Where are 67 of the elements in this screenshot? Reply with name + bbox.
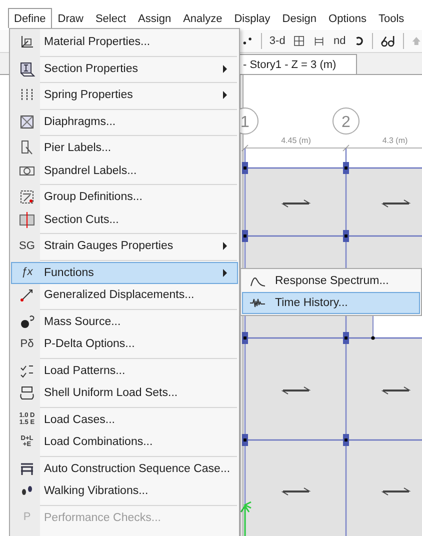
joint-marker (343, 230, 349, 242)
toolbar-button[interactable]: nd (333, 35, 346, 47)
shell-direction-icon (381, 488, 411, 496)
menu-item[interactable]: Load Patterns... (11, 360, 238, 382)
shell-direction-icon (381, 200, 411, 208)
shell-direction-icon (381, 386, 411, 394)
section-icon (19, 60, 35, 77)
menu-icon-label: P (23, 512, 31, 524)
menu-item[interactable]: Pδ P-Delta Options... (11, 333, 238, 356)
joint-marker (242, 230, 248, 242)
menu-item[interactable]: Walking Vibrations... (11, 480, 238, 502)
menu-icon-label: Pδ (20, 338, 34, 350)
joint-marker (242, 162, 248, 174)
load-set-icon (19, 385, 35, 402)
menu-item[interactable]: Spring Properties (11, 84, 238, 106)
menu-bar-item[interactable]: Draw (52, 8, 90, 28)
plan-view-icon (293, 33, 306, 49)
menu-item[interactable]: Response Spectrum... (242, 270, 420, 292)
grid-bubble (332, 108, 360, 134)
menu-item[interactable]: Group Definitions... (11, 186, 238, 208)
shell-direction-icon (281, 200, 311, 208)
grid-label: 2 (342, 114, 350, 131)
pier-icon (19, 140, 35, 156)
toolbar-button[interactable]: 3-d (269, 35, 286, 47)
menu-item[interactable]: Generalized Displacements... (11, 284, 238, 306)
section-cut-icon (19, 212, 35, 228)
menu-item[interactable]: Spandrel Labels... (11, 160, 238, 182)
joint-marker (343, 332, 349, 344)
menu-item[interactable]: ƒx Functions (11, 262, 238, 284)
axis-icon (240, 501, 252, 536)
dimension-label: 4.3 (m) (382, 136, 408, 145)
menu-bar-item[interactable]: Select (89, 8, 132, 28)
dimension-label: 4.45 (m) (281, 136, 311, 145)
menu-item[interactable]: Material Properties... (11, 31, 238, 54)
group-icon (19, 189, 35, 206)
grid-label: 1 (240, 114, 250, 131)
menu-bar-item[interactable]: Options (322, 8, 372, 28)
displacement-icon (19, 287, 35, 304)
menu-bar-item[interactable]: Display (228, 8, 276, 28)
menu-item[interactable]: Mass Source... (11, 310, 238, 333)
menu-item[interactable]: SG Strain Gauges Properties (11, 235, 238, 258)
menu-item[interactable]: Section Properties (11, 58, 238, 80)
construction-icon (19, 460, 35, 477)
joint-marker (343, 434, 349, 446)
axis-icon (19, 34, 35, 50)
joint-marker (343, 162, 349, 174)
menu-bar-item[interactable]: Assign (132, 8, 178, 28)
joint-marker (242, 332, 248, 344)
menu-bar-item[interactable]: Define (8, 8, 52, 28)
shell-direction-icon (281, 386, 311, 394)
view-tab[interactable]: - Story1 - Z = 3 (m) (238, 54, 358, 74)
menu-bar-item[interactable]: Tools (372, 8, 410, 28)
menu-icon-label: ƒx (21, 267, 33, 278)
menu-item[interactable]: Shell Uniform Load Sets... (11, 382, 238, 404)
shell-direction-icon (281, 488, 311, 496)
menu-icon-label: SG (19, 240, 35, 252)
menu-item[interactable]: Section Cuts... (11, 208, 238, 231)
menu-item[interactable]: Time History... (242, 292, 420, 314)
checklist-icon (19, 362, 35, 379)
diaphragm-icon (19, 114, 35, 130)
joint-marker (242, 434, 248, 446)
menu-item[interactable]: Diaphragms... (11, 110, 238, 133)
mass-icon (19, 314, 35, 330)
menu-item[interactable]: Pier Labels... (11, 137, 238, 160)
menu-bar-item[interactable]: Analyze (177, 8, 228, 28)
menu-item[interactable]: Auto Construction Sequence Case... (11, 458, 238, 480)
menu-bar-item[interactable]: Design (276, 8, 323, 28)
